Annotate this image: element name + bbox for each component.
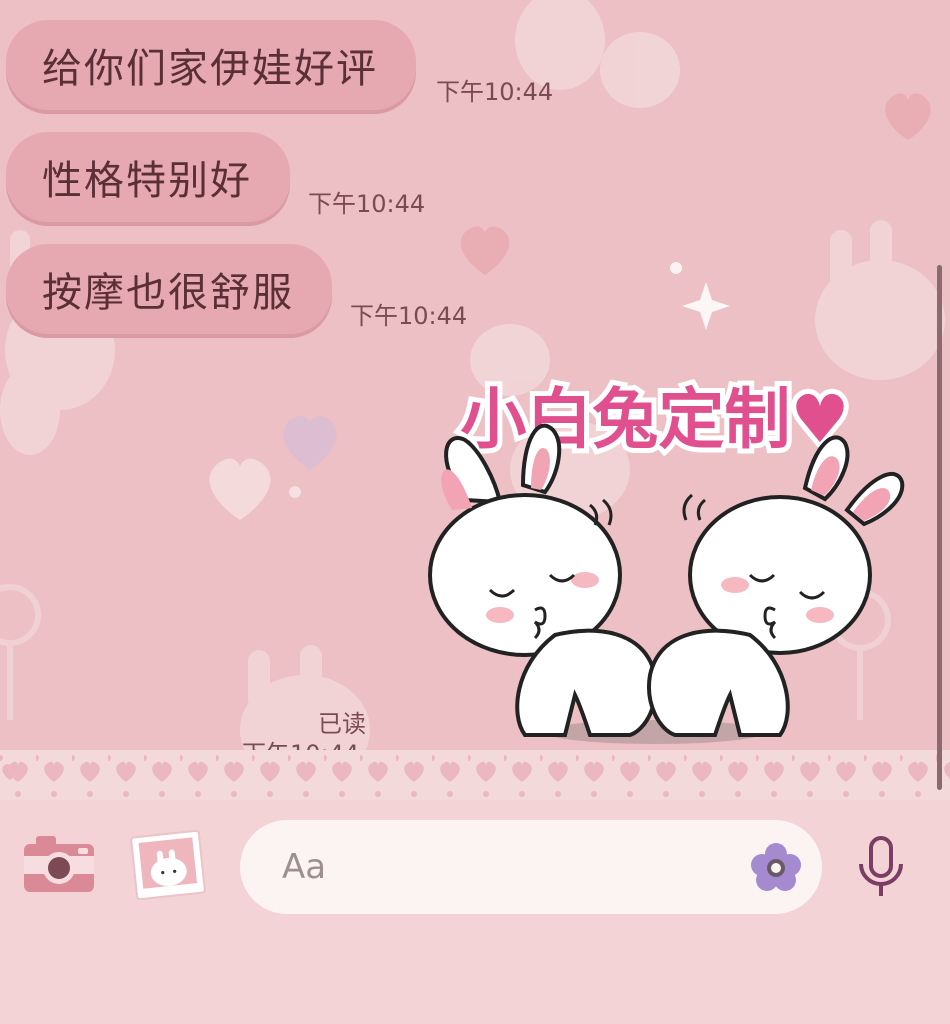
message-text: 给你们家伊娃好评: [42, 46, 378, 92]
photo-icon[interactable]: [128, 828, 208, 902]
sticker-caption: 小白兔定制♥: [460, 381, 849, 458]
message-bubble[interactable]: 给你们家伊娃好评: [6, 20, 416, 110]
chat-area[interactable]: 给你们家伊娃好评 下午10:44 性格特别好 下午10:44 按摩也很舒服 下午…: [0, 0, 950, 800]
message-time: 下午10:44: [350, 302, 468, 330]
bunny-sticker[interactable]: 小白兔定制♥: [405, 360, 905, 760]
message-bubble[interactable]: 按摩也很舒服: [6, 244, 332, 334]
message-time: 下午10:44: [436, 78, 554, 106]
emoji-icon[interactable]: [748, 842, 804, 892]
message-input[interactable]: [240, 820, 822, 914]
lace-border: [0, 750, 950, 800]
message-time: 下午10:44: [308, 190, 426, 218]
message-text-input[interactable]: [280, 846, 724, 888]
scrollbar[interactable]: [937, 265, 942, 790]
microphone-icon[interactable]: [856, 836, 906, 900]
message-bubble[interactable]: 性格特别好: [6, 132, 290, 222]
message-text: 性格特别好: [42, 158, 252, 204]
camera-icon[interactable]: [22, 832, 96, 894]
message-text: 按摩也很舒服: [42, 270, 294, 316]
